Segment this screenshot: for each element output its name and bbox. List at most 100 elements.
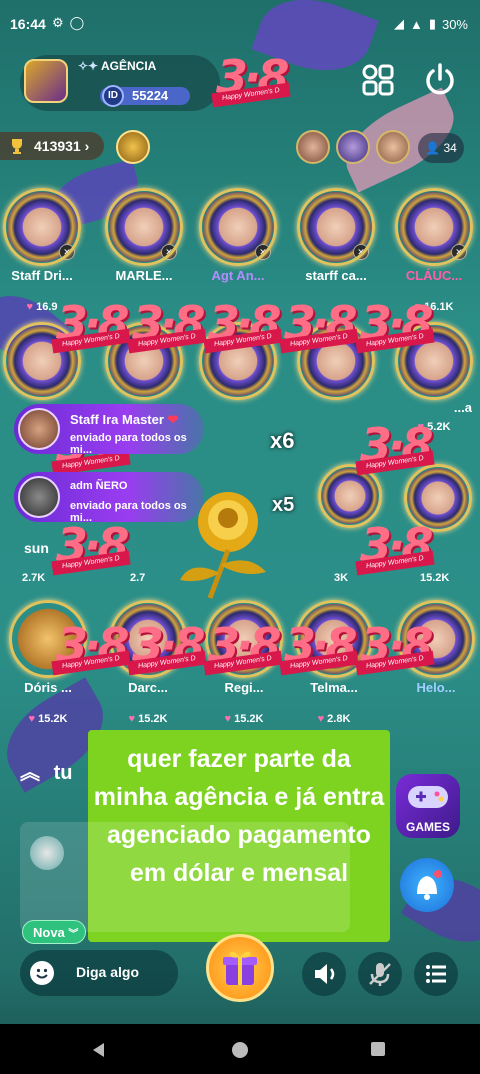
womens-day-banner: 3·8Happy Women's D xyxy=(51,518,131,576)
speaker-button[interactable] xyxy=(302,952,346,996)
battery-percent: 30% xyxy=(441,16,468,32)
status-time: 16:44 xyxy=(10,16,46,32)
seat-name: CLÁUC... xyxy=(405,268,463,283)
online-count[interactable]: 👤 34 xyxy=(418,133,464,163)
room-header[interactable]: ✧✦ AGÊNCIA 55224 ID xyxy=(20,55,220,111)
seat[interactable]: ✕ Agt An... xyxy=(199,188,277,283)
gift-button[interactable] xyxy=(206,934,274,1002)
mic-off-icon xyxy=(369,963,391,986)
seat-name: Telma... xyxy=(310,680,358,695)
notification-sender: adm ÑERO xyxy=(70,480,128,492)
notification-sender: Staff Ira Master ❤ xyxy=(70,412,179,427)
seat-score: 15.2K xyxy=(206,713,282,725)
seat-name: MARLE... xyxy=(115,268,173,283)
notification-bell-button[interactable] xyxy=(400,858,454,912)
games-label: GAMES xyxy=(405,820,450,834)
chevron-right-icon: › xyxy=(84,138,90,154)
list-icon xyxy=(426,965,446,983)
womens-day-banner: 3·8Happy Women's D xyxy=(355,296,435,354)
chat-tab-row[interactable]: ︽ tu xyxy=(20,756,72,786)
menu-grid-icon[interactable] xyxy=(360,62,396,98)
notification-message: enviado para todos os mi... xyxy=(70,432,187,456)
recents-icon[interactable] xyxy=(370,1041,386,1057)
id-badge: ID xyxy=(102,85,124,107)
status-notification-icons: ⚙ ◯ xyxy=(52,15,84,31)
chat-input-placeholder: Diga algo xyxy=(76,964,140,980)
seat-avatar[interactable]: ✕ xyxy=(395,188,473,266)
chat-icon: ◯ xyxy=(69,15,85,30)
chevron-down-icon: ︾ xyxy=(68,929,79,940)
seat-score: 2.7 xyxy=(130,572,146,584)
battery-icon: ▮ xyxy=(428,16,436,31)
mic-muted-icon: ✕ xyxy=(161,244,177,260)
seat-avatar[interactable]: ✕ xyxy=(297,188,375,266)
mic-muted-icon: ✕ xyxy=(451,244,467,260)
notification-avatar xyxy=(18,476,60,518)
home-icon[interactable] xyxy=(231,1041,249,1059)
seat-avatar[interactable]: ✕ xyxy=(199,188,277,266)
seat[interactable]: ✕ Staff Dri... 16.9 xyxy=(3,188,81,313)
status-right: ◢ ▲ ▮ 30% xyxy=(394,16,468,32)
back-icon[interactable] xyxy=(90,1041,108,1059)
more-menu-button[interactable] xyxy=(414,952,458,996)
seat-name: starff ca... xyxy=(305,268,367,283)
womens-day-banner: 3·8Happy Women's D xyxy=(355,518,435,576)
settings-icon: ⚙ xyxy=(52,15,64,30)
coins-counter[interactable]: 413931 › xyxy=(0,132,104,160)
chevron-up-icon[interactable]: ︽ xyxy=(20,762,40,784)
status-bar: 16:44 ⚙ ◯ ◢ ▲ ▮ 30% xyxy=(0,0,480,50)
mic-muted-icon: ✕ xyxy=(59,244,75,260)
seat[interactable]: ✕ MARLE... xyxy=(105,188,183,283)
seat-score: 2.7K xyxy=(22,572,46,584)
seat-name: Regi... xyxy=(224,680,264,695)
womens-day-banner: 3·8Happy Women's D xyxy=(51,296,131,354)
chat-input[interactable]: Diga algo xyxy=(20,950,178,996)
emoji-icon[interactable] xyxy=(30,961,54,985)
tab-all[interactable]: tu xyxy=(54,762,73,784)
womens-day-banner: 3·8Happy Women's D xyxy=(355,618,435,676)
mic-muted-icon: ✕ xyxy=(353,244,369,260)
header-banner: 3·8 Happy Women's D xyxy=(211,50,291,108)
gift-count: x6 xyxy=(270,428,295,453)
room-name-decor-icon: ✧✦ xyxy=(78,59,99,73)
seat-name: sun xyxy=(24,540,49,556)
seat-score: 15.2K xyxy=(10,713,86,725)
games-button[interactable]: GAMES xyxy=(396,774,460,838)
seat[interactable]: ✕ CLÁUC... 16.1K xyxy=(395,188,473,313)
seat-avatar[interactable] xyxy=(318,464,382,528)
womens-day-banner: 3·8Happy Women's D xyxy=(279,296,359,354)
gift-notification[interactable]: Staff Ira Master ❤ enviado para todos os… xyxy=(14,404,204,456)
seat[interactable] xyxy=(312,464,388,528)
online-user-avatar[interactable] xyxy=(376,130,410,164)
seat-name: ...a xyxy=(453,400,472,415)
gift-icon xyxy=(223,951,257,985)
gamepad-icon xyxy=(408,786,448,808)
seat-avatar[interactable]: ✕ xyxy=(3,188,81,266)
new-messages-badge[interactable]: Nova ︾ xyxy=(22,920,86,944)
womens-day-banner: 3·8Happy Women's D xyxy=(51,618,131,676)
seat-score: 15.2K xyxy=(110,713,186,725)
womens-day-banner: 3·8Happy Women's D xyxy=(127,618,207,676)
power-icon[interactable] xyxy=(422,62,458,98)
seat-name: Helo... xyxy=(416,680,456,695)
mic-muted-icon: ✕ xyxy=(255,244,271,260)
seat-name: Staff Dri... xyxy=(11,268,73,283)
online-user-avatar[interactable] xyxy=(336,130,370,164)
notification-avatar xyxy=(18,408,60,450)
system-nav-bar xyxy=(0,1024,480,1074)
seat-score: 3K xyxy=(334,572,349,584)
chat-messages-area xyxy=(20,822,350,932)
womens-day-banner: 3·8Happy Women's D xyxy=(203,296,283,354)
online-user-avatar[interactable] xyxy=(296,130,330,164)
seat[interactable]: ✕ starff ca... xyxy=(297,188,375,283)
rank-badge-icon[interactable] xyxy=(116,130,150,164)
mic-button[interactable] xyxy=(358,952,402,996)
seat-score: 2.8K xyxy=(296,713,372,725)
user-icon: 👤 xyxy=(425,141,441,155)
seat-name: Darc... xyxy=(128,680,168,695)
seat-name: Dóris ... xyxy=(24,680,72,695)
chat-avatar xyxy=(30,836,64,870)
room-avatar[interactable] xyxy=(24,59,68,103)
golden-rose-gift-icon xyxy=(180,492,266,599)
seat-avatar[interactable]: ✕ xyxy=(105,188,183,266)
